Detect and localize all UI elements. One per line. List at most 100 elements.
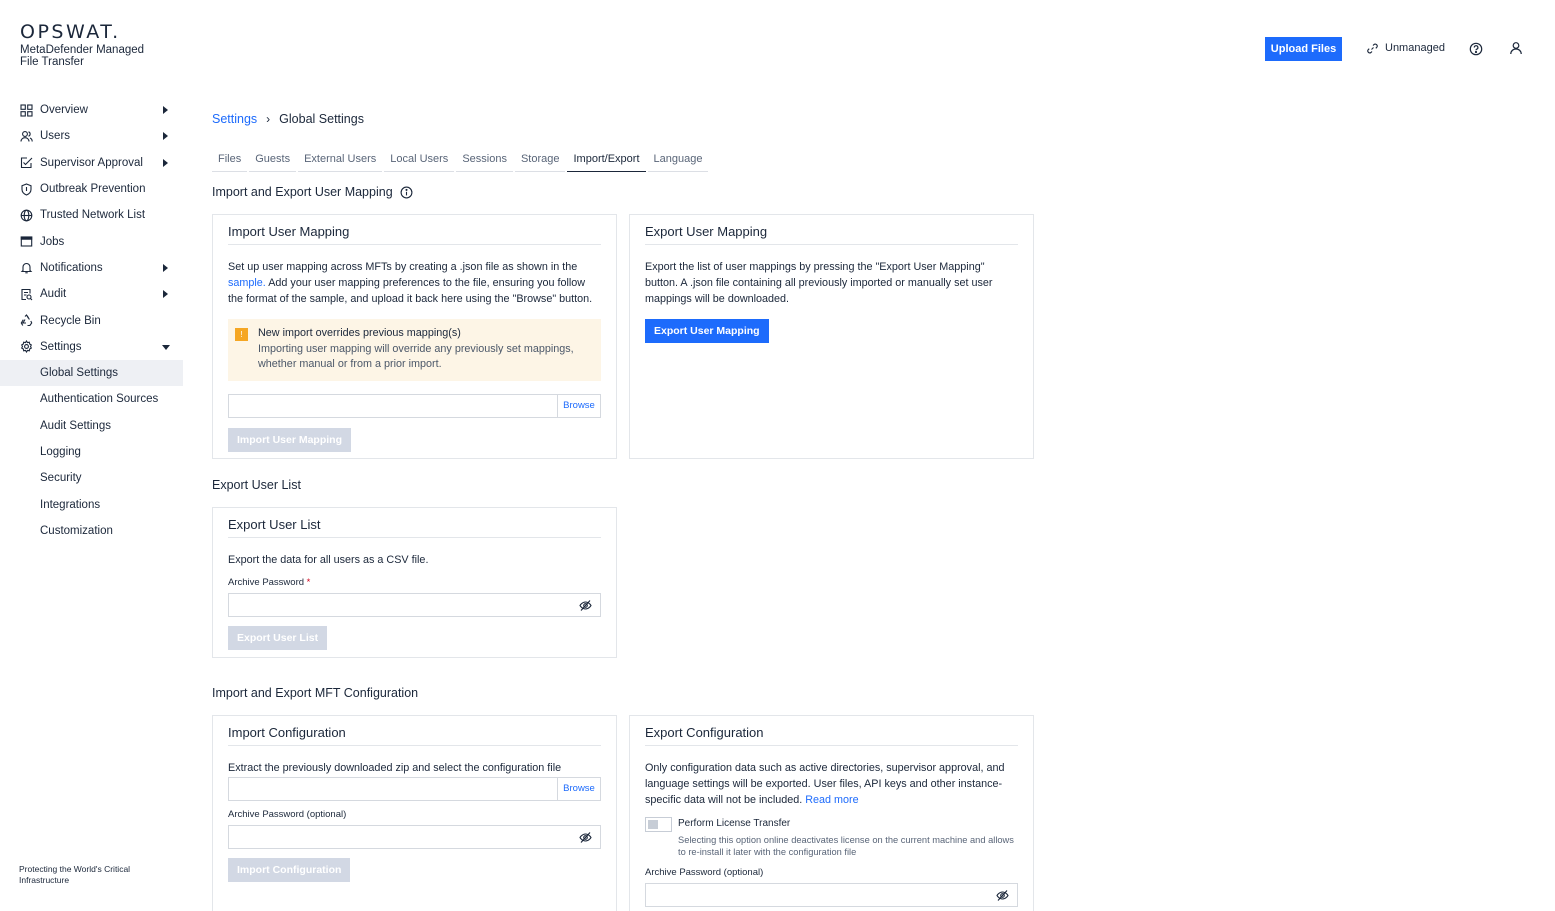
section-title-text: Export User List bbox=[212, 478, 301, 492]
sidebar-item-users[interactable]: Users bbox=[0, 123, 183, 149]
sidebar-item-recycle-bin[interactable]: Recycle Bin bbox=[0, 307, 183, 333]
sidebar-subitem-logging[interactable]: Logging bbox=[0, 439, 183, 465]
opswat-logo[interactable]: OPSWAT. bbox=[20, 22, 160, 42]
config-file-input[interactable]: Browse bbox=[228, 777, 601, 801]
settings-tabs: Files Guests External Users Local Users … bbox=[212, 150, 710, 172]
caret-down-icon bbox=[162, 344, 170, 350]
product-name: MetaDefender Managed File Transfer bbox=[20, 44, 145, 68]
recycle-icon bbox=[20, 314, 33, 327]
tab-storage[interactable]: Storage bbox=[514, 150, 566, 172]
sidebar-item-label: Trusted Network List bbox=[40, 209, 146, 222]
help-icon[interactable] bbox=[1469, 42, 1483, 56]
warning-icon: ! bbox=[235, 328, 248, 341]
eye-off-icon[interactable] bbox=[996, 889, 1009, 902]
audit-icon bbox=[20, 288, 33, 301]
sidebar-subitem-customization[interactable]: Customization bbox=[0, 518, 183, 544]
card-title: Export Configuration bbox=[645, 725, 1018, 746]
user-icon[interactable] bbox=[1509, 41, 1523, 55]
import-archive-password-input[interactable] bbox=[228, 825, 601, 849]
export-user-list-card: Export User List Export the data for all… bbox=[212, 507, 617, 658]
sidebar-item-overview[interactable]: Overview bbox=[0, 97, 183, 123]
sidebar-subitem-global-settings[interactable]: Global Settings bbox=[0, 359, 183, 387]
section-title-text: Import and Export MFT Configuration bbox=[212, 686, 419, 700]
archive-password-input[interactable] bbox=[228, 593, 601, 617]
sidebar-item-supervisor-approval[interactable]: Supervisor Approval bbox=[0, 150, 183, 176]
sidebar-subitem-authentication-sources[interactable]: Authentication Sources bbox=[0, 386, 183, 412]
sidebar-item-settings[interactable]: Settings bbox=[0, 334, 183, 360]
mapping-file-input[interactable]: Browse bbox=[228, 394, 601, 418]
eye-off-icon[interactable] bbox=[579, 831, 592, 844]
card-title: Export User List bbox=[228, 517, 601, 538]
tab-guests[interactable]: Guests bbox=[249, 150, 297, 172]
import-configuration-button[interactable]: Import Configuration bbox=[228, 858, 351, 882]
checkbox-edit-icon bbox=[20, 156, 33, 169]
sidebar-item-jobs[interactable]: Jobs bbox=[0, 228, 183, 254]
section-title-user-list: Export User List bbox=[212, 478, 301, 492]
browse-button[interactable]: Browse bbox=[557, 778, 600, 800]
footer-tagline: Protecting the World's Critical Infrastr… bbox=[19, 864, 131, 885]
sidebar-nav: Overview Users Supervisor Approval Outbr… bbox=[0, 97, 183, 544]
export-archive-password-input[interactable] bbox=[645, 883, 1018, 907]
export-mapping-description: Export the list of user mappings by pres… bbox=[645, 261, 993, 305]
label-text: Archive Password bbox=[228, 577, 305, 588]
sidebar-item-label: Notifications bbox=[40, 261, 103, 274]
section-title-user-mapping: Import and Export User Mapping bbox=[212, 185, 413, 199]
export-list-description: Export the data for all users as a CSV f… bbox=[228, 554, 429, 566]
upload-files-button[interactable]: Upload Files bbox=[1265, 37, 1342, 61]
read-more-link[interactable]: Read more bbox=[805, 794, 858, 806]
warning-description: Importing user mapping will override any… bbox=[258, 343, 574, 370]
eye-off-icon[interactable] bbox=[579, 599, 592, 612]
export-user-list-button[interactable]: Export User List bbox=[228, 626, 328, 650]
globe-icon bbox=[20, 209, 33, 222]
tab-local-users[interactable]: Local Users bbox=[384, 150, 455, 172]
gear-icon bbox=[20, 340, 33, 354]
sidebar-item-audit[interactable]: Audit bbox=[0, 281, 183, 307]
sidebar-item-trusted-network-list[interactable]: Trusted Network List bbox=[0, 202, 183, 228]
tab-sessions[interactable]: Sessions bbox=[456, 150, 513, 172]
sidebar-item-label: Overview bbox=[40, 104, 88, 117]
tab-files[interactable]: Files bbox=[212, 150, 248, 172]
card-title: Import User Mapping bbox=[228, 224, 601, 245]
sample-link[interactable]: sample. bbox=[228, 277, 266, 289]
tab-external-users[interactable]: External Users bbox=[298, 150, 383, 172]
description-text: Set up user mapping across MFTs by creat… bbox=[228, 261, 578, 273]
tab-import-export[interactable]: Import/Export bbox=[567, 150, 646, 172]
sidebar-item-label: Recycle Bin bbox=[40, 314, 101, 327]
caret-right-icon bbox=[163, 132, 168, 141]
sidebar-item-outbreak-prevention[interactable]: Outbreak Prevention bbox=[0, 176, 183, 202]
breadcrumb-settings-link[interactable]: Settings bbox=[212, 112, 257, 126]
caret-right-icon bbox=[163, 158, 168, 167]
export-configuration-card: Export Configuration Only configuration … bbox=[629, 715, 1034, 911]
import-mapping-description: Set up user mapping across MFTs by creat… bbox=[228, 259, 601, 307]
sidebar-subitem-security[interactable]: Security bbox=[0, 465, 183, 491]
archive-password-label: Archive Password (optional) bbox=[228, 809, 347, 820]
top-actions: Upload Files Unmanaged bbox=[1255, 37, 1555, 61]
breadcrumb-current: Global Settings bbox=[279, 112, 364, 126]
sidebar-item-label: Supervisor Approval bbox=[40, 156, 143, 169]
sidebar-item-notifications[interactable]: Notifications bbox=[0, 255, 183, 281]
unmanaged-link[interactable]: Unmanaged bbox=[1367, 42, 1445, 54]
import-configuration-card: Import Configuration Extract the previou… bbox=[212, 715, 617, 911]
import-user-mapping-button[interactable]: Import User Mapping bbox=[228, 428, 352, 452]
section-title-mft-configuration: Import and Export MFT Configuration bbox=[212, 686, 418, 700]
license-transfer-description: Selecting this option online deactivates… bbox=[678, 835, 1014, 857]
caret-right-icon bbox=[163, 290, 168, 299]
tab-language[interactable]: Language bbox=[647, 150, 709, 172]
breadcrumb: Settings › Global Settings bbox=[212, 112, 364, 126]
export-user-mapping-button[interactable]: Export User Mapping bbox=[645, 319, 769, 343]
shield-icon bbox=[20, 182, 33, 196]
archive-password-label: Archive Password (optional) bbox=[645, 867, 764, 878]
grid-icon bbox=[20, 104, 33, 117]
sidebar-item-label: Audit bbox=[40, 288, 67, 301]
users-icon bbox=[20, 130, 33, 143]
info-icon[interactable] bbox=[400, 186, 413, 199]
breadcrumb-separator: › bbox=[266, 112, 271, 126]
archive-password-label: Archive Password * bbox=[228, 577, 310, 588]
bell-icon bbox=[20, 261, 33, 274]
sidebar-subitem-integrations[interactable]: Integrations bbox=[0, 491, 183, 517]
override-warning: ! New import overrides previous mapping(… bbox=[228, 319, 601, 381]
sidebar-subitem-audit-settings[interactable]: Audit Settings bbox=[0, 413, 183, 439]
license-transfer-toggle[interactable] bbox=[645, 817, 672, 832]
browse-button[interactable]: Browse bbox=[557, 395, 600, 417]
brand: OPSWAT. MetaDefender Managed File Transf… bbox=[20, 22, 160, 68]
